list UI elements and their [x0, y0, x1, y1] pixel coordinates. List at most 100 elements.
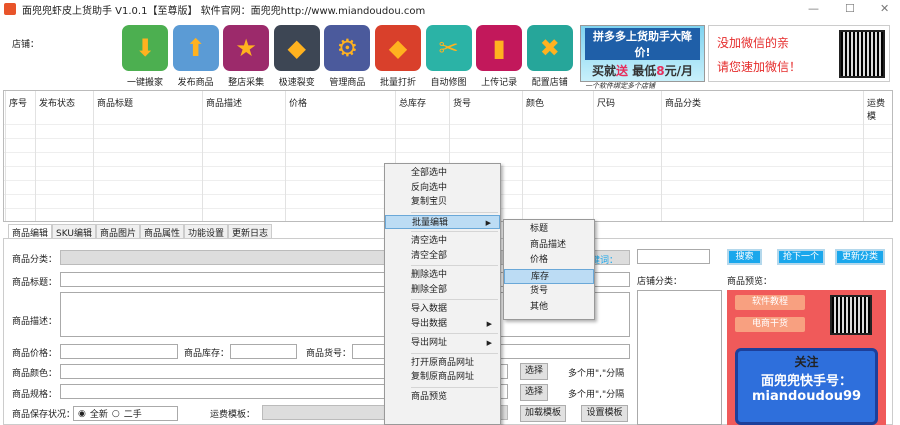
menu-export-data[interactable]: 导出数据 ▶ [385, 317, 500, 332]
color-hint: 多个用","分隔 [568, 369, 625, 379]
promo-follow: 关注 [794, 355, 819, 369]
keyword-input[interactable] [637, 249, 710, 264]
column-header[interactable]: 商品描述 [206, 96, 242, 109]
submenu-item[interactable]: 库存 [504, 268, 594, 284]
preview-label: 商品预览： [727, 277, 773, 287]
toolbar-button-6[interactable]: ✂ 自动修图 [425, 25, 473, 88]
color-select-button[interactable]: 选择 [520, 363, 548, 380]
submenu-item[interactable]: 其他 [504, 300, 594, 316]
promo-tag-2: 电商干货 [735, 317, 805, 332]
column-header[interactable]: 尺码 [597, 96, 615, 109]
column-header[interactable]: 商品标题 [97, 96, 133, 109]
menu-clear-all[interactable]: 清空全部 [385, 249, 500, 264]
toolbar-button-8[interactable]: ✖ 配置店铺 [526, 25, 574, 88]
toolbar-button-label: 配置店铺 [531, 78, 568, 88]
submenu-arrow-icon: ▶ [486, 339, 492, 347]
menu-batch-edit-label: 批量编辑 [412, 217, 449, 228]
tools-icon: ✖ [526, 25, 573, 71]
column-header[interactable]: 商品分类 [665, 96, 701, 109]
toolbar-button-4[interactable]: ⚙ 管理商品 [323, 25, 371, 88]
radio-used[interactable]: ○ [112, 409, 120, 419]
toolbar-button-2[interactable]: ★ 整店采集 [222, 25, 270, 88]
shop-category-label: 店铺分类： [637, 277, 683, 287]
price-input[interactable] [60, 344, 178, 359]
submenu-item[interactable]: 货号 [504, 284, 594, 300]
search-button[interactable]: 搜索 [727, 249, 762, 265]
toolbar-button-label: 一键搬家 [126, 78, 163, 88]
column-header[interactable]: 总库存 [399, 96, 426, 109]
toolbar-button-label: 极速裂变 [278, 78, 315, 88]
toolbar-button-label: 上传记录 [481, 78, 518, 88]
shop-category-list[interactable] [637, 290, 722, 425]
desc-label: 商品描述： [12, 317, 58, 327]
product-preview-image: 软件教程 电商干货 关注 面兜兜快手号： miandoudou99 [727, 290, 886, 425]
radio-new[interactable]: ◉ [78, 409, 86, 419]
condition-label: 商品保存状况： [12, 410, 76, 420]
submenu-item[interactable]: 标题 [504, 222, 594, 238]
cloud-upload-icon: ⬆ [172, 25, 219, 71]
column-header[interactable]: 序号 [9, 96, 27, 109]
submenu-item[interactable]: 价格 [504, 253, 594, 269]
condition-group: ◉ 全新 ○ 二手 [73, 406, 178, 421]
scissors-icon: ✂ [425, 25, 472, 71]
load-template-button[interactable]: 加载模板 [520, 405, 566, 422]
price-label: 商品价格： [12, 349, 58, 359]
menu-batch-edit[interactable]: 批量编辑 ▶ [385, 214, 500, 229]
grab-next-button[interactable]: 抢下一个 [777, 249, 825, 265]
banner-headline: 拼多多上货助手大降价! [585, 28, 700, 60]
qr-code-icon [839, 30, 885, 78]
spec-select-button[interactable]: 选择 [520, 384, 548, 401]
menu-export-url[interactable]: 导出网址 ▶ [385, 336, 500, 351]
menu-delete-selected[interactable]: 删除选中 [385, 268, 500, 283]
shop-label: 店铺： [12, 40, 40, 50]
column-header[interactable]: 货号 [453, 96, 471, 109]
app-icon [4, 3, 16, 15]
qr-code-icon [830, 295, 872, 335]
tag-icon: ◆ [374, 25, 421, 71]
menu-export-url-label: 导出网址 [411, 338, 448, 348]
bookmark-icon: ▮ [476, 25, 523, 71]
promo-banner-price[interactable]: 拼多多上货助手大降价! 买就送 最低8元/月 一个软件绑定多个店铺 [580, 25, 705, 90]
toolbar-button-0[interactable]: ⬇ 一键搬家 [121, 25, 169, 88]
menu-clear-selected[interactable]: 清空选中 [385, 234, 500, 249]
column-header[interactable]: 运费模 [867, 96, 892, 122]
layers-icon: ◆ [273, 25, 320, 71]
submenu-arrow-icon: ▶ [486, 319, 492, 328]
stock-input[interactable] [230, 344, 297, 359]
menu-copy-source-url[interactable]: 复制原商品网址 [385, 370, 500, 385]
shipping-label: 运费模板： [210, 410, 256, 420]
wechat-banner: 没加微信的亲 请您速加微信！ [708, 25, 890, 82]
cloud-download-icon: ⬇ [122, 25, 168, 71]
toolbar-button-label: 自动修图 [430, 78, 467, 88]
menu-select-all[interactable]: 全部选中 [385, 166, 500, 181]
update-category-button[interactable]: 更新分类 [835, 249, 885, 265]
title-bar: 面兜兜虾皮上货助手 V1.0.1【至尊版】 软件官网：面兜兜http://www… [0, 0, 900, 18]
menu-import-data[interactable]: 导入数据 [385, 302, 500, 317]
wechat-line1: 没加微信的亲 [717, 36, 790, 50]
title-label: 商品标题： [12, 278, 58, 288]
star-icon: ★ [223, 25, 270, 71]
menu-product-preview[interactable]: 商品预览 [385, 390, 500, 405]
column-header[interactable]: 颜色 [526, 96, 544, 109]
toolbar-button-label: 发布商品 [177, 78, 214, 88]
submenu-item[interactable]: 商品描述 [504, 238, 594, 254]
sku-label: 商品货号： [306, 349, 352, 359]
minimize-button[interactable]: — [808, 2, 819, 15]
toolbar-button-3[interactable]: ◆ 极速裂变 [273, 25, 321, 88]
set-template-button[interactable]: 设置模板 [581, 405, 628, 422]
submenu-arrow-icon: ▶ [485, 218, 491, 227]
toolbar-button-5[interactable]: ◆ 批量打折 [374, 25, 422, 88]
spec-hint: 多个用","分隔 [568, 390, 625, 400]
menu-copy-item[interactable]: 复制宝贝 [385, 195, 500, 210]
maximize-button[interactable]: ☐ [845, 2, 855, 15]
close-button[interactable]: ✕ [880, 2, 889, 15]
menu-delete-all[interactable]: 删除全部 [385, 283, 500, 298]
column-header[interactable]: 价格 [289, 96, 307, 109]
menu-open-source-url[interactable]: 打开原商品网址 [385, 356, 500, 371]
menu-invert-selection[interactable]: 反向选中 [385, 181, 500, 196]
toolbar-button-1[interactable]: ⬆ 发布商品 [172, 25, 220, 88]
batch-edit-submenu: 标题 商品描述 价格 库存 货号 其他 [503, 219, 595, 320]
toolbar-button-7[interactable]: ▮ 上传记录 [475, 25, 523, 88]
column-header[interactable]: 发布状态 [39, 96, 75, 109]
promo-id: miandoudou99 [751, 389, 862, 404]
